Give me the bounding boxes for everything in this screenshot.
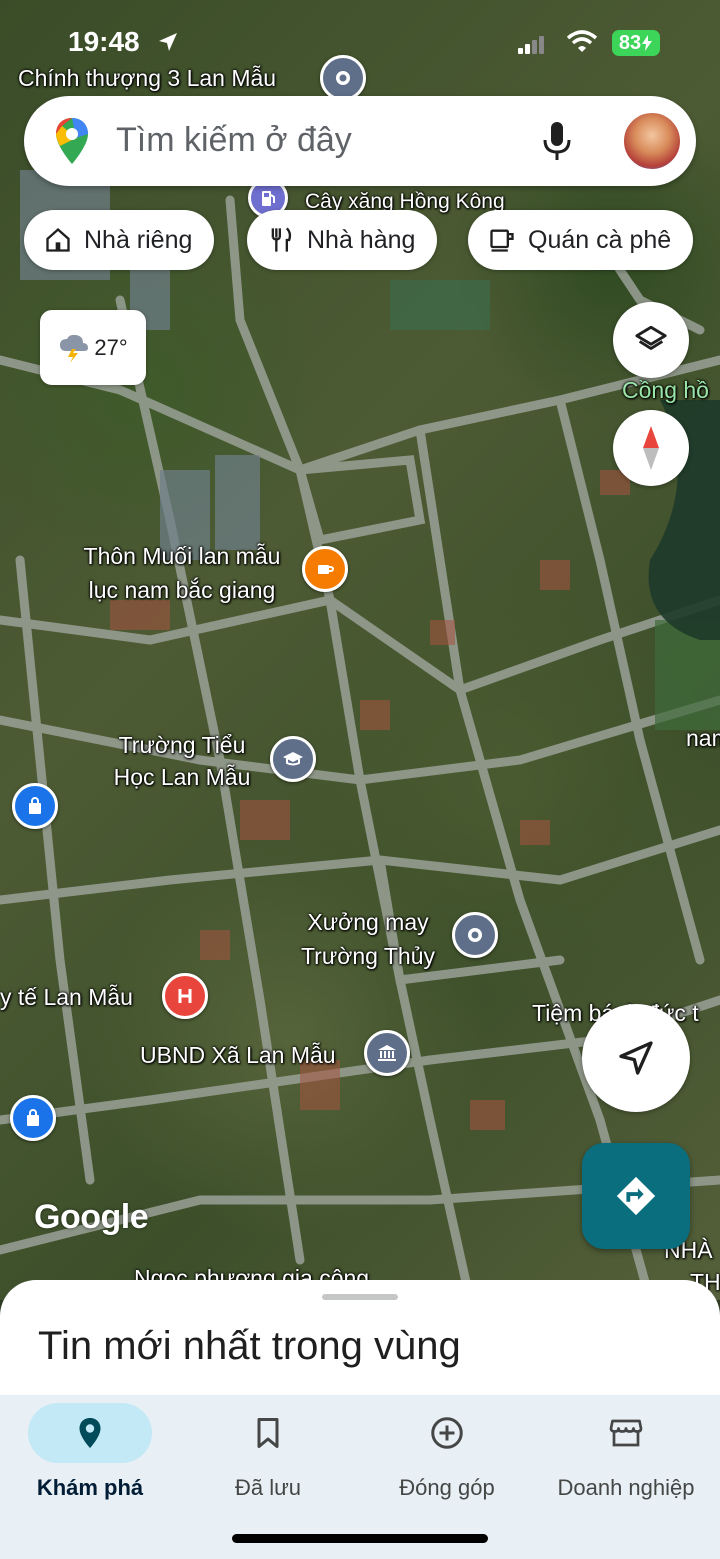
chip-coffee-label: Quán cà phê (528, 225, 672, 254)
nav-contribute-indicator (385, 1403, 509, 1463)
map-label-school-line1: Trường Tiểu (118, 732, 246, 758)
shop-pin-2-icon[interactable] (10, 1095, 56, 1141)
nav-business-indicator (564, 1403, 688, 1463)
nav-item-explore[interactable]: Khám phá (0, 1395, 180, 1515)
map-label-thon-muoi-line2: lục nam bắc giang (88, 577, 276, 603)
nav-label-explore: Khám phá (36, 1475, 144, 1500)
directions-icon (616, 1176, 656, 1216)
nav-label-saved: Đã lưu (234, 1475, 302, 1500)
nav-item-business[interactable]: Doanh nghiệp (536, 1395, 716, 1515)
generic-place-icon (336, 71, 350, 85)
chip-restaurant-label: Nhà hàng (307, 225, 416, 254)
map-label-y-te: y tế Lan Mẫu (0, 984, 133, 1010)
weather-temperature: 27° (94, 334, 128, 360)
thunderstorm-icon (60, 334, 89, 363)
google-logo: Google (34, 1198, 149, 1236)
hospital-pin-icon[interactable] (162, 973, 208, 1019)
chip-restaurant[interactable]: Nhà hàng (247, 210, 438, 270)
shopping-bag-icon (27, 1109, 39, 1126)
gas-pump-icon (262, 191, 275, 206)
coffee-cup-icon (318, 565, 334, 574)
map-label-school-line2: Học Lan Mẫu (113, 764, 251, 790)
bookmark-icon (257, 1418, 279, 1448)
map-label-xuong-may-line1: Xưởng may (307, 909, 429, 935)
weather-widget[interactable]: 27° (40, 310, 146, 385)
navigation-arrow-icon (619, 1041, 653, 1075)
nav-explore-indicator (28, 1403, 152, 1463)
microphone-icon[interactable] (542, 120, 572, 162)
government-building-icon (378, 1045, 396, 1061)
battery-level: 83 (618, 31, 642, 54)
profile-avatar[interactable] (622, 111, 682, 171)
map-label-xuong-may-line2: Trường Thủy (300, 943, 436, 969)
sheet-drag-handle[interactable] (322, 1294, 398, 1300)
explore-pin-icon (79, 1418, 101, 1448)
chip-home[interactable]: Nhà riêng (24, 210, 215, 270)
compass-icon (643, 426, 659, 470)
search-bar[interactable]: Tìm kiếm ở đây (24, 96, 696, 186)
storefront-icon (609, 1419, 643, 1447)
generic-place-icon (468, 928, 482, 942)
factory-pin-icon[interactable] (452, 912, 498, 958)
hospital-h-icon (178, 989, 192, 1003)
nav-label-contribute: Đóng góp (399, 1475, 495, 1500)
status-time: 19:48 (68, 26, 140, 57)
nav-item-contribute[interactable]: Đóng góp (357, 1395, 537, 1515)
home-indicator[interactable] (232, 1534, 488, 1543)
chip-coffee[interactable]: Quán cà phê (468, 210, 694, 270)
layers-icon (635, 325, 667, 350)
map-label-thon-muoi-line1: Thôn Muối lan mẫu (83, 543, 281, 569)
compass-button[interactable] (613, 410, 689, 486)
graduation-cap-icon (283, 752, 303, 766)
wifi-icon (566, 30, 598, 52)
location-arrow-icon (159, 33, 177, 51)
shop-pin-icon[interactable] (12, 783, 58, 829)
nav-item-saved[interactable]: Đã lưu (178, 1395, 358, 1515)
directions-button[interactable] (582, 1143, 690, 1249)
battery-indicator: 83 (612, 30, 660, 56)
shopping-bag-icon (29, 797, 41, 814)
search-input[interactable]: Tìm kiếm ở đây (116, 121, 352, 160)
government-pin-icon[interactable] (364, 1030, 410, 1076)
restaurant-icon (271, 227, 292, 252)
layers-button[interactable] (613, 302, 689, 378)
add-circle-icon (431, 1417, 463, 1449)
map-label-top-road: Chính thượng 3 Lan Mẫu (18, 65, 277, 91)
charging-bolt-icon (642, 35, 653, 51)
my-location-button[interactable] (582, 1004, 690, 1112)
google-maps-logo-icon (56, 118, 88, 164)
cafe-pin-icon[interactable] (302, 546, 348, 592)
school-pin-icon[interactable] (270, 736, 316, 782)
sheet-title: Tin mới nhất trong vùng (38, 1324, 461, 1368)
cellular-signal-icon (518, 36, 544, 54)
map-label-ubnd: UBND Xã Lan Mẫu (140, 1042, 336, 1068)
chip-home-label: Nhà riêng (84, 225, 193, 254)
nav-label-business: Doanh nghiệp (557, 1475, 695, 1500)
map-label-cong-ho: Cồng hồ (622, 377, 709, 403)
coffee-icon (490, 229, 514, 252)
home-icon (46, 227, 70, 252)
map-label-nam: nam (686, 725, 720, 751)
nav-saved-indicator (206, 1403, 330, 1463)
